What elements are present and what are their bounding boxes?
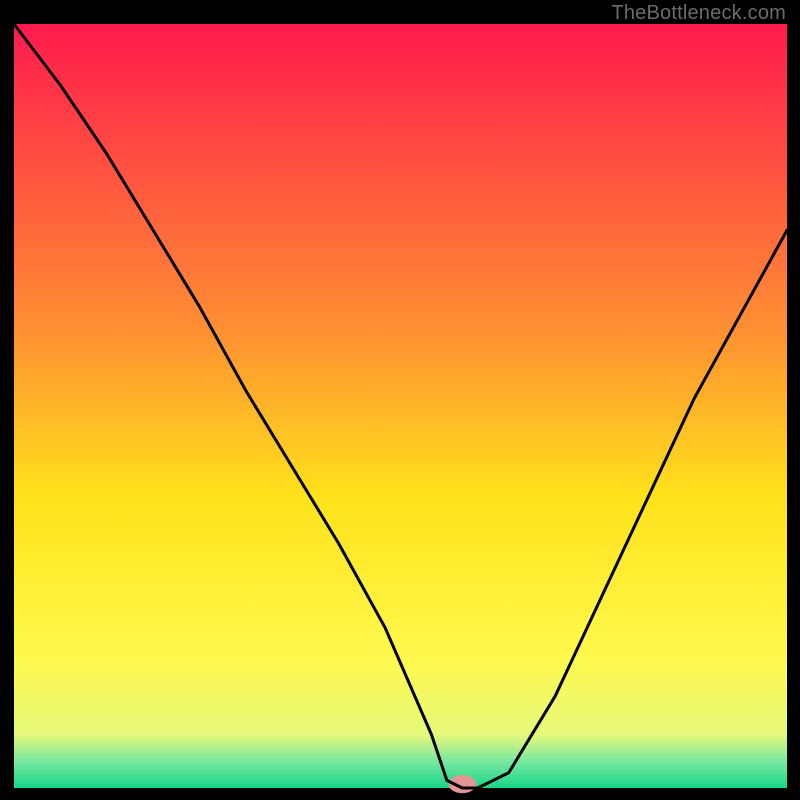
watermark-text: TheBottleneck.com <box>611 2 786 25</box>
chart-container: TheBottleneck.com <box>0 0 800 800</box>
bottleneck-chart <box>0 0 800 800</box>
